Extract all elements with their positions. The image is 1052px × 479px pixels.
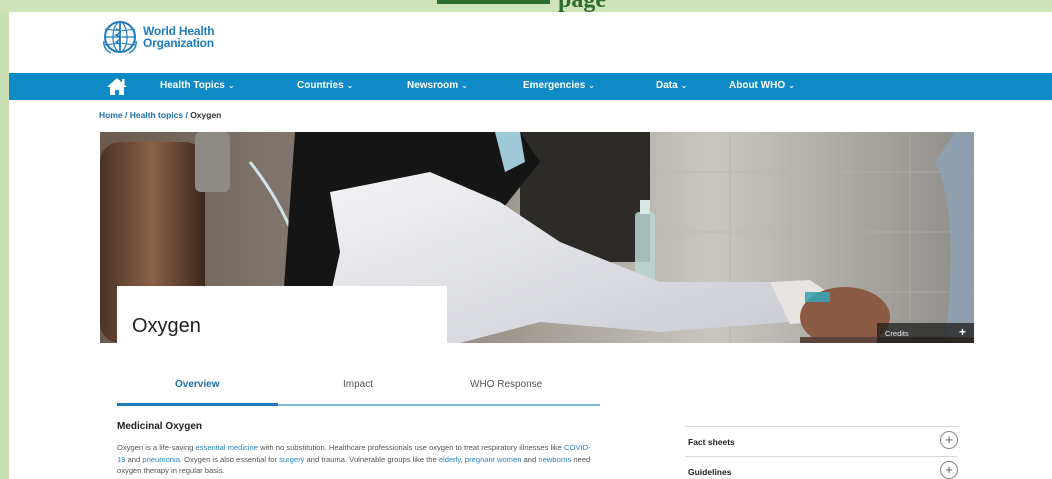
plus-circle-icon[interactable]: +: [940, 461, 958, 479]
text: and trauma. Vulnerable groups like the: [304, 454, 439, 464]
nav-label: Newsroom: [407, 80, 459, 91]
nav-newsroom[interactable]: Newsroom ⌄: [407, 80, 468, 91]
who-wordmark: World Health Organization: [143, 25, 215, 50]
credits-toggle[interactable]: Credits +: [877, 323, 974, 343]
slide-title-bar: [437, 0, 550, 4]
breadcrumb-health-topics[interactable]: Health topics: [130, 110, 183, 120]
slide-frame-top: page: [0, 0, 1052, 13]
nav-data[interactable]: Data ⌄: [656, 80, 687, 91]
text: . Oxygen is also essential for: [179, 454, 280, 464]
tab-who-response[interactable]: WHO Response: [470, 379, 542, 390]
text: and: [521, 454, 539, 464]
accordion-label: Guidelines: [688, 467, 732, 477]
text: and: [125, 454, 143, 464]
credits-label: Credits: [885, 329, 909, 338]
accordion-label: Fact sheets: [688, 437, 735, 447]
accordion-fact-sheets[interactable]: Fact sheets +: [685, 426, 958, 457]
accordion-guidelines[interactable]: Guidelines +: [685, 456, 958, 479]
browser-page: World Health Organization Health Topics ⌄…: [9, 12, 1052, 479]
hero-banner: Oxygen Credits +: [100, 132, 974, 343]
page-title: Oxygen: [132, 315, 201, 337]
main-nav: Health Topics ⌄ Countries ⌄ Newsroom ⌄ Emer…: [9, 73, 1052, 100]
chevron-down-icon: ⌄: [588, 81, 595, 90]
chevron-down-icon: ⌄: [227, 81, 235, 90]
who-emblem-icon: [103, 21, 137, 54]
nav-label: Data: [656, 80, 678, 91]
plus-icon: +: [958, 325, 966, 339]
link-pneumonia[interactable]: pneumonia: [142, 455, 180, 464]
nav-health-topics[interactable]: Health Topics ⌄: [160, 80, 235, 91]
breadcrumb-home[interactable]: Home: [99, 110, 123, 120]
who-logo[interactable]: World Health Organization: [101, 19, 215, 55]
tab-impact[interactable]: Impact: [343, 379, 373, 390]
nav-label: Health Topics: [160, 80, 225, 91]
plus-circle-icon[interactable]: +: [940, 431, 958, 449]
breadcrumb-current: Oxygen: [190, 110, 222, 120]
link-surgery[interactable]: surgery: [279, 455, 304, 464]
nav-countries[interactable]: Countries ⌄: [297, 80, 353, 91]
breadcrumb: Home / Health topics / Oxygen: [99, 110, 221, 120]
hero-title-card: Oxygen: [117, 286, 447, 343]
nav-label: Emergencies: [523, 80, 586, 91]
nav-about-who[interactable]: About WHO ⌄: [729, 80, 795, 91]
content-tabs: Overview Impact WHO Response: [117, 377, 600, 406]
nav-label: About WHO: [729, 80, 786, 91]
home-icon[interactable]: [106, 77, 128, 96]
nav-label: Countries: [297, 80, 344, 91]
text: Oxygen is a life-saving: [117, 443, 196, 452]
breadcrumb-separator: /: [122, 110, 130, 120]
overview-paragraph: Oxygen is a life-saving essential medici…: [117, 442, 597, 477]
text: with no substitution. Healthcare profess…: [258, 443, 565, 452]
tab-overview[interactable]: Overview: [175, 379, 219, 390]
chevron-down-icon: ⌄: [346, 81, 354, 90]
link-elderly[interactable]: elderly: [439, 455, 461, 464]
chevron-down-icon: ⌄: [788, 81, 795, 90]
section-heading: Medicinal Oxygen: [117, 421, 203, 432]
link-pregnant-women[interactable]: pregnant women: [465, 455, 522, 464]
chevron-down-icon: ⌄: [461, 81, 468, 90]
active-tab-indicator: [117, 403, 278, 406]
chevron-down-icon: ⌄: [680, 81, 688, 90]
nav-emergencies[interactable]: Emergencies ⌄: [523, 80, 595, 91]
brand-line-2: Organization: [143, 36, 214, 50]
link-newborns[interactable]: newborns: [538, 455, 571, 464]
link-essential-medicine[interactable]: essential medicine: [196, 443, 258, 452]
